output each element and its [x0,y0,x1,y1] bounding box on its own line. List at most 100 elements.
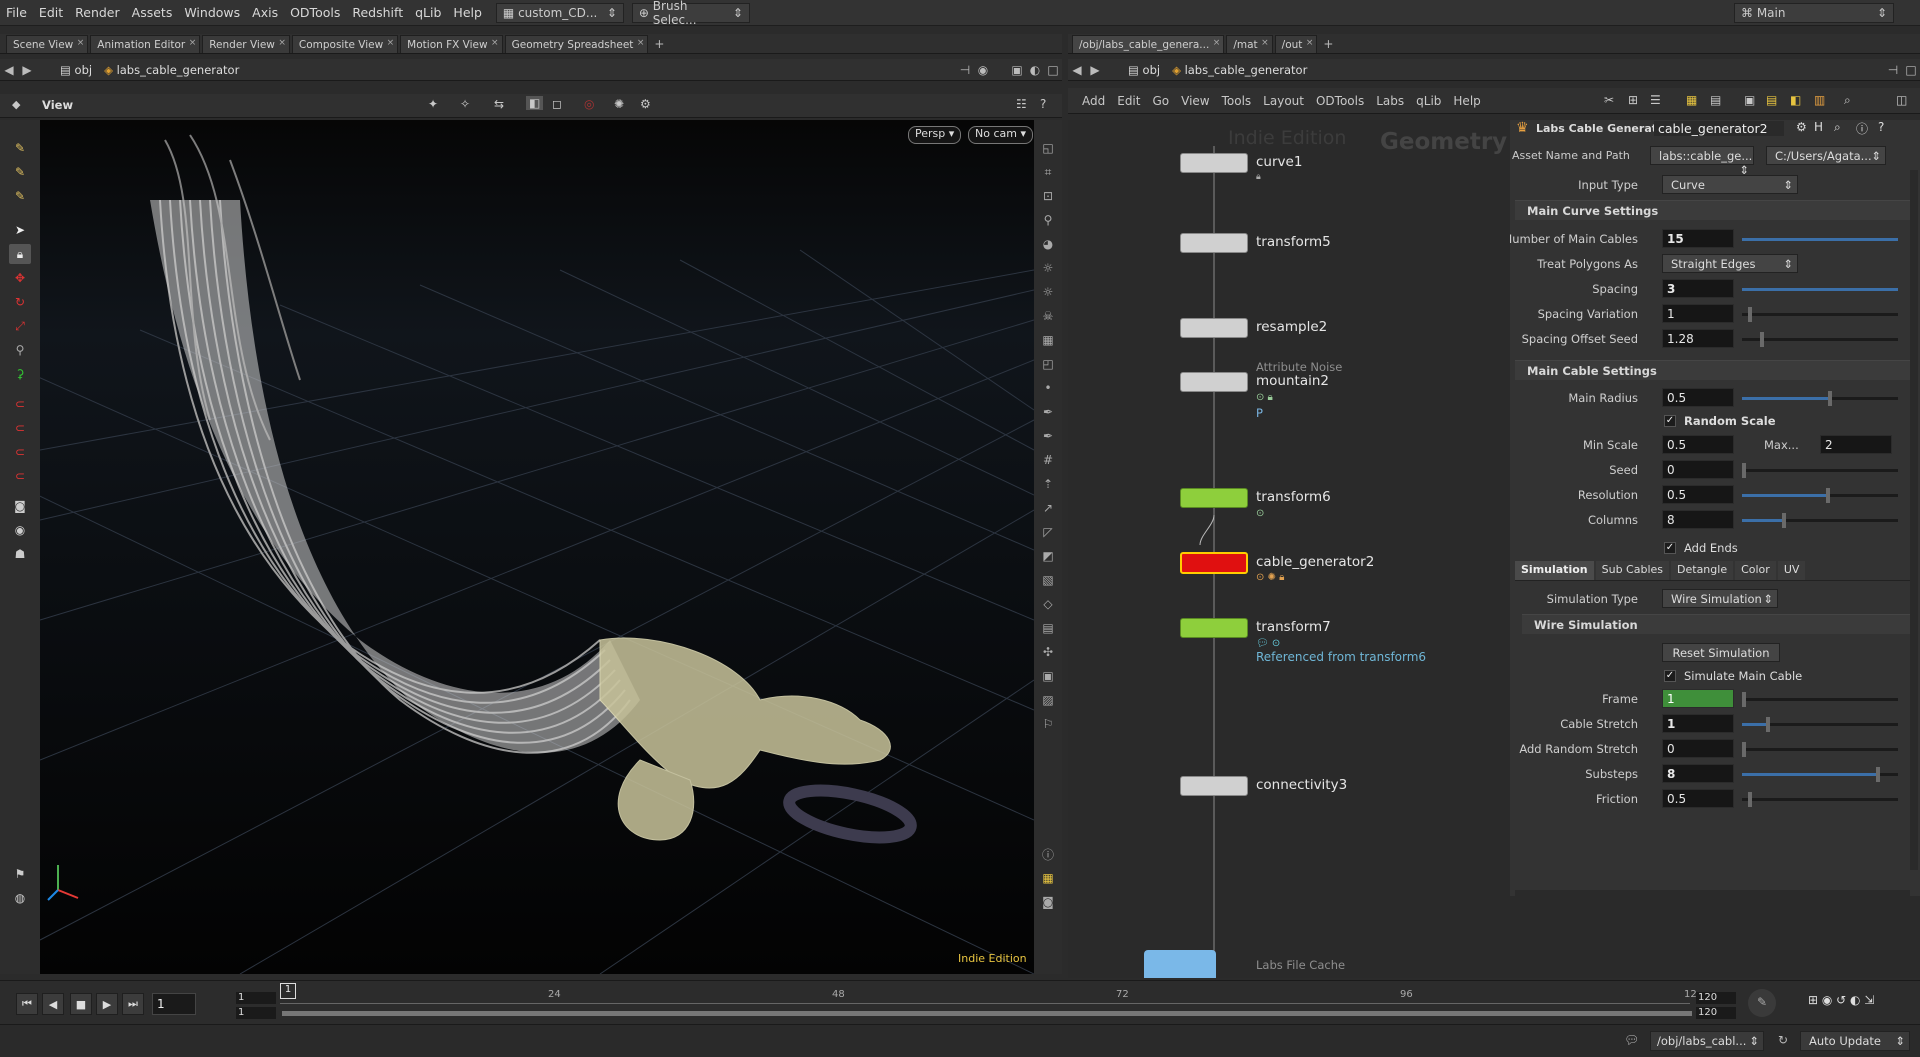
search-icon[interactable]: ⌕ [1844,93,1851,108]
tab-scene-view[interactable]: Scene View × [6,35,89,53]
jump-start-icon[interactable]: ⏮ [16,993,38,1015]
light-icon[interactable]: ✺ [614,97,624,111]
image-icon[interactable]: ◫ [1896,93,1907,107]
photo-icon[interactable]: ▣ [1744,93,1755,107]
frame-icon[interactable]: ▣ [1037,666,1059,686]
menu-edit[interactable]: Edit [33,5,69,20]
lock-icon[interactable]: 🔒︎ [9,244,31,264]
brush-selector[interactable]: ⊕ Brush Selec... ⇕ [631,0,750,27]
close-icon[interactable]: × [189,38,197,48]
end-frame-field[interactable]: 120 [1696,992,1736,1004]
normal-icon[interactable]: ⇡ [1037,474,1059,494]
pen-icon[interactable]: ✒ [1037,402,1059,422]
frame-field[interactable]: 1 [1662,689,1734,708]
box-icon[interactable]: ▥ [1814,93,1825,107]
menu-windows[interactable]: Windows [178,5,246,20]
play-forward-icon[interactable]: ▶ [96,993,118,1015]
ghost-icon[interactable]: ◻ [552,97,562,111]
net-menu-qlib[interactable]: qLib [1410,94,1447,108]
maximize-icon[interactable]: □ [1902,61,1920,79]
display-mode-icon[interactable]: ◱ [1037,138,1059,158]
record-icon[interactable]: ◎ [584,97,594,111]
magnet2-icon[interactable]: ⊂ [9,418,31,438]
random-stretch-slider[interactable] [1742,742,1898,757]
persp-dropdown[interactable]: Persp ▾ [908,126,962,144]
net-menu-tools[interactable]: Tools [1216,94,1258,108]
menu-render[interactable]: Render [69,5,126,20]
shade-icon[interactable]: ◕ [1037,234,1059,254]
wire-icon[interactable]: ⌗ [1037,162,1059,182]
start-frame-field[interactable]: 1 [236,992,276,1004]
light-tool-icon[interactable]: ☗ [9,544,31,564]
timeline-ruler[interactable] [280,1003,1690,1004]
sculpt-icon[interactable]: ✎ [9,186,31,206]
camera-icon[interactable]: ◙ [9,496,31,516]
refresh-icon[interactable]: ↻ [1778,1033,1788,1047]
pin-icon[interactable]: ⊣ [1884,61,1902,79]
camera-ortho-icon[interactable]: ◰ [1037,354,1059,374]
tab-motion-fx-view[interactable]: Motion FX View × [400,35,503,53]
jump-end-icon[interactable]: ⏭ [122,993,144,1015]
resolution-field[interactable]: 0.5 [1662,485,1734,504]
list-icon[interactable]: ☰ [1650,93,1661,107]
close-icon[interactable]: × [637,38,645,48]
section-main-cable[interactable]: Main Cable Settings [1515,360,1910,380]
section-wire-simulation[interactable]: Wire Simulation [1522,614,1910,634]
forward-arrow-icon[interactable]: ▶ [1086,61,1104,79]
play-back-icon[interactable]: ◀ [42,993,64,1015]
pen2-icon[interactable]: ✒ [1037,426,1059,446]
net-menu-go[interactable]: Go [1146,94,1175,108]
number-icon[interactable]: # [1037,450,1059,470]
cube-wire-icon[interactable]: ◇ [1037,594,1059,614]
spacing-seed-slider[interactable] [1742,332,1898,347]
palette-icon[interactable]: ◧ [1790,93,1801,107]
reset-simulation-button[interactable]: Reset Simulation [1662,643,1780,662]
node-mountain2[interactable] [1180,372,1248,392]
paint-icon[interactable]: ✎ [9,162,31,182]
tab-geometry-spreadsheet[interactable]: Geometry Spreadsheet × [504,35,649,53]
stop-icon[interactable]: ■ [70,993,92,1015]
close-icon[interactable]: × [77,38,85,48]
menu-redshift[interactable]: Redshift [346,5,409,20]
node-name-field[interactable]: cable_generator2 [1654,121,1784,136]
node-cable-generator2[interactable] [1180,552,1248,574]
node-curve1[interactable] [1180,153,1248,173]
link-icon[interactable]: ◉ [974,61,992,79]
vector-icon[interactable]: ↗ [1037,498,1059,518]
substeps-field[interactable]: 8 [1662,764,1734,783]
grid-view-icon[interactable]: ▦ [1686,93,1697,107]
substeps-slider[interactable] [1742,767,1898,782]
lamp2-icon[interactable]: ☼ [1037,282,1059,302]
input-type-dropdown[interactable]: Curve ⇕ [1662,175,1798,194]
close-icon[interactable]: × [1213,38,1221,48]
tab-detangle[interactable]: Detangle [1671,561,1734,580]
help-icon[interactable]: ? [1878,120,1884,134]
num-cables-slider[interactable] [1742,238,1898,241]
location-icon[interactable]: ⚐ [1037,714,1059,734]
path-node[interactable]: ◈ labs_cable_generator [1166,61,1313,79]
section-main-curve[interactable]: Main Curve Settings [1515,200,1910,220]
magnet-icon[interactable]: ⊂ [9,394,31,414]
pin-icon[interactable]: ⊣ [956,61,974,79]
main-radius-field[interactable]: 0.5 [1662,388,1734,407]
uv-icon[interactable]: ◩ [1037,546,1059,566]
random-scale-checkbox[interactable]: ✓ [1664,415,1676,427]
node-transform6[interactable] [1180,488,1248,508]
param-scrollbar[interactable] [1910,170,1918,870]
back-arrow-icon[interactable]: ◀ [0,61,18,79]
tab-uv[interactable]: UV [1777,561,1806,580]
asset-path-dropdown[interactable]: C:/Users/Agata... ⇕ [1766,146,1886,165]
select-tool-icon[interactable]: ✦ [428,97,438,111]
bone-icon[interactable]: ⚲ [1037,210,1059,230]
playback-options-icons[interactable]: ⊞ ◉ ↺ ◐ ⇲ [1808,993,1874,1007]
border-icon[interactable]: ◸ [1037,522,1059,542]
scale-icon[interactable]: ⤢ [9,316,31,336]
tab-animation-editor[interactable]: Animation Editor × [90,35,201,53]
path-root[interactable]: ▤ obj [54,61,98,79]
tools-icon[interactable]: ✂ [1604,93,1614,107]
grid-icon[interactable]: ▦ [1037,330,1059,350]
net-menu-labs[interactable]: Labs [1370,94,1410,108]
keyframe-wheel-icon[interactable]: ✎ [1748,989,1776,1017]
main-radius-slider[interactable] [1742,391,1898,406]
render-icon[interactable]: ◐ [1026,61,1044,79]
